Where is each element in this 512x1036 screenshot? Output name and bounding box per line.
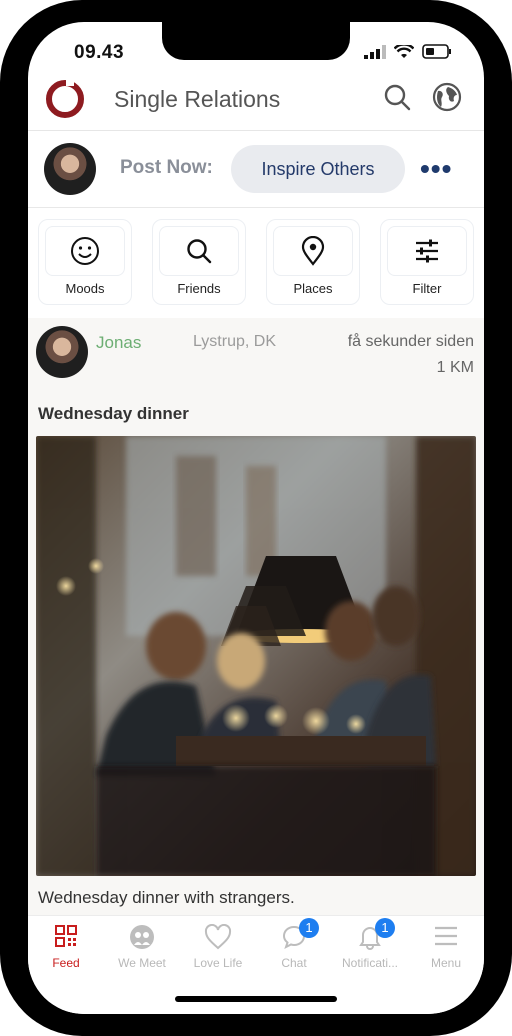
tab-notifications-label: Notificati... xyxy=(341,956,398,970)
location-pin-icon xyxy=(301,236,325,266)
app-logo xyxy=(46,78,84,118)
we-meet-icon xyxy=(130,925,154,949)
post-author-name[interactable]: Jonas xyxy=(96,333,141,353)
friends-filter[interactable]: Friends xyxy=(152,219,246,305)
more-options-button[interactable]: ••• xyxy=(420,153,452,185)
signal-icon xyxy=(364,44,386,59)
screen: 09.43 Single Relations Post Now: Inspire… xyxy=(28,22,484,1014)
app-header: Single Relations xyxy=(28,72,484,131)
post-location: Lystrup, DK xyxy=(193,333,276,350)
tab-notifications[interactable]: 1 Notificati... xyxy=(332,918,408,972)
tab-we-meet[interactable]: We Meet xyxy=(104,924,180,972)
moods-icon-box xyxy=(45,226,125,276)
tab-we-meet-label: We Meet xyxy=(118,956,166,970)
places-label: Places xyxy=(293,281,333,296)
post-distance: 1 KM xyxy=(436,359,474,376)
tab-menu-label: Menu xyxy=(430,956,462,970)
dinner-photo xyxy=(36,436,476,876)
home-indicator[interactable] xyxy=(175,996,337,1002)
feed-post[interactable]: Jonas Lystrup, DK få sekunder siden 1 KM… xyxy=(28,318,484,918)
inspire-others-button[interactable]: Inspire Others xyxy=(231,145,405,193)
filter-label: Filter xyxy=(412,281,442,296)
post-caption: Wednesday dinner with strangers. xyxy=(38,888,295,907)
filter-settings[interactable]: Filter xyxy=(380,219,474,305)
globe-icon[interactable] xyxy=(432,82,462,112)
friends-icon-box xyxy=(159,226,239,276)
composer-row: Post Now: Inspire Others ••• xyxy=(28,131,484,208)
heart-icon xyxy=(204,923,232,950)
status-icons xyxy=(364,44,452,59)
tab-feed-label: Feed xyxy=(52,956,80,970)
mute-switch xyxy=(0,206,8,246)
feed-icon xyxy=(55,925,77,947)
post-image[interactable] xyxy=(36,436,476,876)
tab-feed[interactable]: Feed xyxy=(28,924,104,972)
moods-label: Moods xyxy=(65,281,105,296)
phone-frame: 09.43 Single Relations Post Now: Inspire… xyxy=(0,0,512,1036)
moods-filter[interactable]: Moods xyxy=(38,219,132,305)
post-author-avatar[interactable] xyxy=(36,326,88,378)
post-time: få sekunder siden xyxy=(347,333,474,350)
friends-label: Friends xyxy=(177,281,221,296)
volume-up-button xyxy=(0,282,8,356)
search-icon[interactable] xyxy=(382,82,412,112)
chat-badge: 1 xyxy=(299,918,319,938)
tab-chat[interactable]: 1 Chat xyxy=(256,918,332,972)
notifications-badge: 1 xyxy=(375,918,395,938)
volume-down-button xyxy=(0,378,8,452)
menu-icon xyxy=(435,926,457,946)
notch xyxy=(162,22,350,60)
sliders-icon xyxy=(416,239,438,263)
status-time: 09.43 xyxy=(74,42,125,63)
places-icon-box xyxy=(273,226,353,276)
places-filter[interactable]: Places xyxy=(266,219,360,305)
tab-love-life[interactable]: Love Life xyxy=(180,923,256,972)
tab-chat-label: Chat xyxy=(281,956,307,970)
filter-shortcuts: Moods Friends Places Filter xyxy=(38,219,474,305)
filter-icon-box xyxy=(387,226,467,276)
battery-icon xyxy=(422,44,451,59)
app-title: Single Relations xyxy=(114,86,281,112)
post-title: Wednesday dinner xyxy=(38,404,189,423)
power-button xyxy=(504,306,512,426)
tab-menu[interactable]: Menu xyxy=(408,924,484,972)
smiley-icon xyxy=(71,237,99,265)
wifi-icon xyxy=(394,44,414,58)
tab-love-life-label: Love Life xyxy=(193,956,243,970)
user-avatar[interactable] xyxy=(44,143,96,195)
post-now-label: Post Now: xyxy=(120,157,213,178)
search-icon xyxy=(187,239,212,264)
